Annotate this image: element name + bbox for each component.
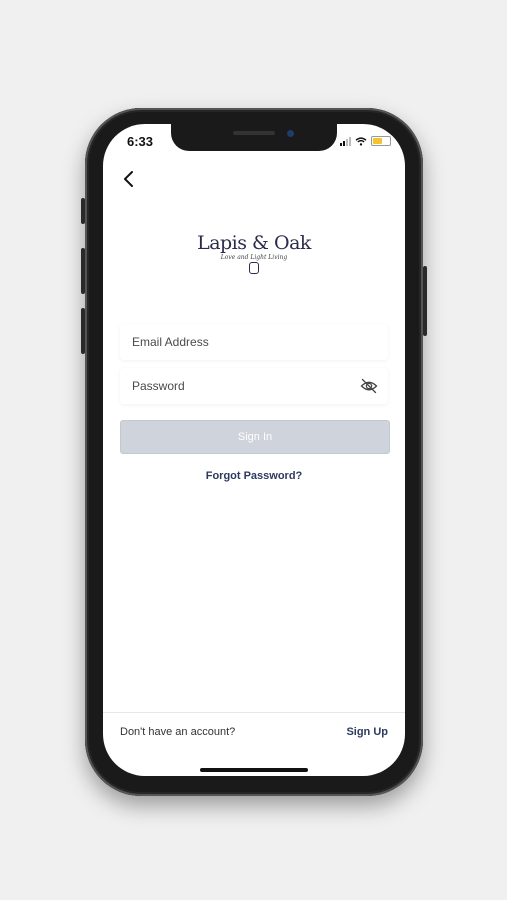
password-input[interactable] <box>120 368 352 404</box>
volume-up-button <box>81 248 85 294</box>
brand-name: Lapis & Oak <box>197 232 311 254</box>
app-screen: 6:33 Lapis & Oak Love and Light Living E… <box>103 124 405 776</box>
password-field[interactable] <box>120 368 388 404</box>
sign-up-link[interactable]: Sign Up <box>346 726 388 738</box>
wifi-icon <box>355 136 367 146</box>
speaker <box>233 131 275 135</box>
brand-logo: Lapis & Oak Love and Light Living <box>103 232 405 274</box>
front-camera <box>287 130 294 137</box>
footer-divider <box>103 712 405 713</box>
email-field[interactable] <box>120 324 388 360</box>
status-time: 6:33 <box>127 134 154 149</box>
logo-emblem-icon <box>249 262 259 274</box>
eye-slash-icon[interactable] <box>360 378 378 394</box>
no-account-prompt: Don't have an account? <box>120 726 236 738</box>
sign-in-button[interactable]: Sign In <box>120 420 390 454</box>
status-icons <box>340 136 391 146</box>
back-chevron-icon[interactable] <box>119 168 141 190</box>
volume-down-button <box>81 308 85 354</box>
brand-tagline: Love and Light Living <box>220 254 288 261</box>
battery-icon <box>371 136 391 146</box>
power-button <box>423 266 427 336</box>
cellular-signal-icon <box>340 136 351 146</box>
forgot-password-link[interactable]: Forgot Password? <box>103 470 405 482</box>
home-indicator[interactable] <box>200 768 308 772</box>
email-input[interactable] <box>120 324 352 360</box>
notch <box>171 124 337 151</box>
side-button <box>81 198 85 224</box>
